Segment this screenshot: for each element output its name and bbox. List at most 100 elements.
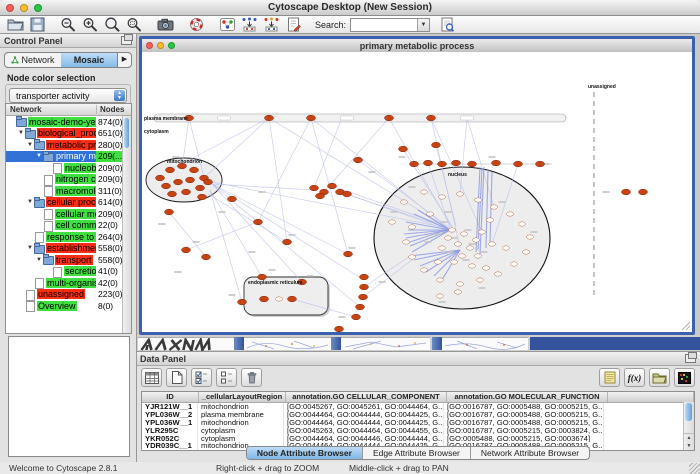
tree-row[interactable]: multi-organism pro42(0) (6, 277, 123, 289)
tab-mosaic[interactable]: Mosaic (61, 53, 117, 67)
table-column-header[interactable]: annotation.GO MOLECULAR_FUNCTION (447, 392, 608, 402)
table-cell[interactable]: [GO:0045267, GO:0045261, GO:0044464, G..… (284, 403, 444, 411)
network-node[interactable] (307, 115, 316, 121)
network-edge[interactable] (269, 118, 287, 242)
birdseye-view[interactable] (8, 336, 130, 457)
network-node-outlined[interactable] (389, 220, 396, 224)
table-cell[interactable]: [GO:0016787, GO:0005488, GO:0005215, G..… (444, 403, 604, 411)
network-node-outlined[interactable] (487, 218, 494, 222)
network-node[interactable] (310, 185, 319, 191)
tree-row[interactable]: Overview8(0) (6, 300, 123, 312)
network-node[interactable] (162, 183, 171, 189)
network-node[interactable] (359, 294, 368, 300)
network-node[interactable] (283, 239, 292, 245)
network-node[interactable] (254, 219, 263, 225)
network-node[interactable] (166, 167, 175, 173)
network-node-outlined[interactable] (409, 255, 416, 259)
table-row[interactable]: YPL036W__1mitochondrion[GO:0044464, GO:0… (142, 419, 694, 427)
network-node-outlined[interactable] (437, 278, 444, 282)
network-edge[interactable] (314, 118, 342, 188)
tree-column-nodes[interactable]: Nodes (96, 105, 124, 114)
network-node-outlined[interactable] (455, 242, 462, 246)
network-node-outlined[interactable] (491, 205, 498, 209)
network-edge[interactable] (210, 190, 242, 302)
tree-row[interactable]: macromolecule311(0) (6, 185, 123, 197)
zoom-out-icon[interactable] (60, 17, 77, 32)
network-node[interactable] (335, 326, 344, 332)
network-node[interactable] (174, 179, 183, 185)
zoom-in-icon[interactable] (82, 17, 99, 32)
import-attributes-icon[interactable] (649, 368, 670, 387)
network-node-outlined[interactable] (475, 198, 482, 202)
network-node[interactable] (514, 161, 523, 167)
network-node[interactable] (168, 191, 177, 197)
window-resize-grip[interactable] (689, 463, 700, 474)
table-column-header[interactable]: _cellularLayoutRegion (199, 392, 286, 402)
network-node-outlined[interactable] (276, 297, 283, 301)
tree-row[interactable]: ▼biological_process651(0) (6, 128, 123, 140)
attribute-table-header[interactable]: ID_cellularLayoutRegionannotation.GO CEL… (142, 392, 694, 403)
tree-row[interactable]: unassigned223(0) (6, 289, 123, 301)
save-session-icon[interactable] (29, 17, 46, 32)
canvas-resize-grip[interactable] (682, 322, 690, 330)
plasma-membrane-region[interactable] (154, 114, 566, 122)
annotations-icon[interactable] (285, 17, 302, 32)
network-node-outlined[interactable] (523, 250, 530, 254)
tab-network-attribute-browser[interactable]: Network Attribute Browser (471, 447, 589, 459)
network-node-outlined[interactable] (421, 190, 428, 194)
network-node[interactable] (399, 146, 408, 152)
tree-row[interactable]: nitrogen compo209(0) (6, 174, 123, 186)
network-node[interactable] (427, 115, 436, 121)
table-cell[interactable]: YKR052C (142, 435, 198, 443)
network-canvas-container[interactable]: plasma membrane cytoplasm mitochondrion … (142, 52, 692, 332)
network-node[interactable] (265, 115, 274, 121)
table-cell[interactable]: YPL036W__2 (142, 411, 198, 419)
network-node[interactable] (536, 161, 545, 167)
tab-network[interactable]: Network (5, 53, 61, 67)
float-data-panel-icon[interactable] (685, 354, 696, 363)
tree-expander-icon[interactable]: ▼ (26, 245, 34, 251)
network-node[interactable] (190, 167, 199, 173)
network-node[interactable] (354, 157, 363, 163)
tree-scrollbar-thumb[interactable] (124, 118, 129, 148)
network-node[interactable] (639, 189, 648, 195)
background-frame-3-border[interactable] (331, 337, 341, 350)
network-node-outlined[interactable] (427, 212, 434, 216)
network-node[interactable] (356, 304, 365, 310)
select-attributes-icon[interactable] (191, 368, 212, 387)
network-node[interactable] (360, 284, 369, 290)
network-node[interactable] (360, 274, 369, 280)
table-cell[interactable]: [GO:0016787, GO:0005488, GO:0005215, G..… (444, 419, 604, 427)
tree-row[interactable]: mosaic-demo-yeast874(0) (6, 116, 123, 128)
network-node-outlined[interactable] (449, 228, 456, 232)
network-node[interactable] (410, 161, 419, 167)
float-panel-icon[interactable] (121, 36, 132, 45)
table-cell[interactable]: [GO:0045263, GO:0044464, GO:0044455, G..… (284, 427, 444, 435)
table-scrollbar[interactable]: ▲▼ (683, 402, 694, 450)
new-attribute-icon[interactable] (166, 368, 187, 387)
tree-expander-icon[interactable]: ▼ (26, 199, 34, 205)
network-node[interactable] (385, 115, 394, 121)
window-titlebar[interactable]: Cytoscape Desktop (New Session) (0, 0, 700, 16)
tree-row[interactable]: ▼transport558(0) (6, 254, 123, 266)
network-canvas[interactable]: plasma membrane cytoplasm mitochondrion … (142, 52, 692, 332)
unselect-attributes-icon[interactable] (216, 368, 237, 387)
table-cell[interactable]: YPL036W__1 (142, 419, 198, 427)
network-node[interactable] (182, 247, 191, 253)
table-column-header[interactable]: annotation.GO CELLULAR_COMPONENT (286, 392, 447, 402)
network-node[interactable] (202, 254, 211, 260)
tree-row[interactable]: ▼metabolic process280(0) (6, 139, 123, 151)
node-color-select[interactable]: transporter activity ▲▼ (9, 88, 127, 103)
table-cell[interactable]: [GO:0016787, GO:0005488, GO:0005215, G..… (444, 411, 604, 419)
network-node[interactable] (156, 175, 165, 181)
tree-row[interactable]: cellular metabo209(0) (6, 208, 123, 220)
network-node[interactable] (288, 296, 297, 302)
network-node-outlined[interactable] (467, 246, 474, 250)
tree-row[interactable]: ▼establishment of lo558(0) (6, 243, 123, 255)
network-node-outlined[interactable] (511, 262, 518, 266)
membrane-node-label-box[interactable] (461, 116, 474, 120)
tree-row[interactable]: secretion41(0) (6, 266, 123, 278)
network-node-outlined[interactable] (437, 294, 444, 298)
network-node[interactable] (432, 142, 441, 148)
attribute-editor-icon[interactable] (599, 368, 620, 387)
